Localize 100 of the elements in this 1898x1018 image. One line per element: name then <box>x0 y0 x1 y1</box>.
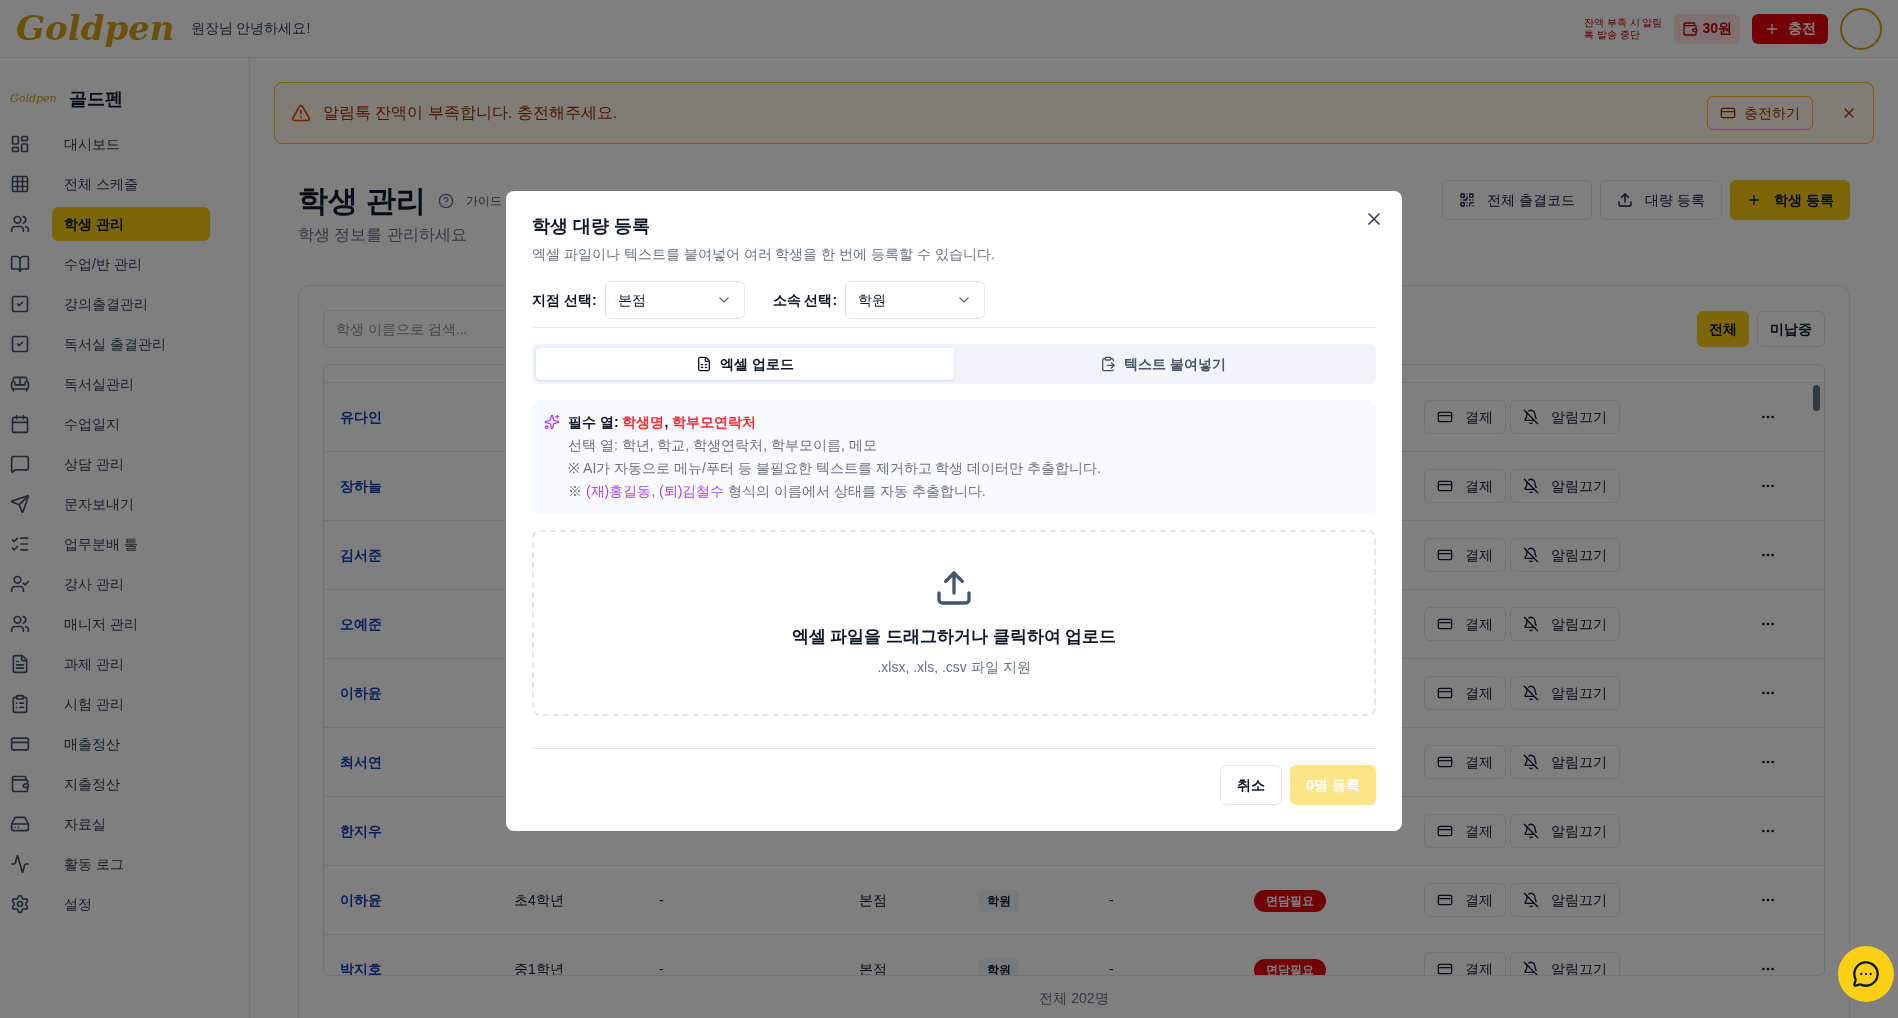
mute-button[interactable]: 알림끄기 <box>1510 952 1620 975</box>
sidebar-item[interactable]: 전체 스케줄 <box>52 167 210 201</box>
filter-button[interactable]: 미납중 <box>1757 311 1825 347</box>
total-count: 전체 202명 <box>1038 989 1110 1008</box>
dropzone-hint: .xlsx, .xls, .csv 파일 지원 <box>877 658 1031 678</box>
mute-button[interactable]: 알림끄기 <box>1510 676 1620 710</box>
sidebar-item[interactable]: 설정 <box>52 887 210 921</box>
sidebar-item[interactable]: 업무분배 툴 <box>52 527 210 561</box>
chat-bubble-icon <box>10 454 30 474</box>
pay-button[interactable]: 결제 <box>1424 400 1506 434</box>
sidebar-item[interactable]: 강의출결관리 <box>52 287 210 321</box>
pay-button[interactable]: 결제 <box>1424 745 1506 779</box>
wallet-icon <box>1682 20 1699 37</box>
filter-button[interactable]: 전체 <box>1697 311 1749 347</box>
action-button[interactable]: 전체 출결코드 <box>1442 180 1593 220</box>
sidebar-item[interactable]: 활동 로그 <box>52 847 210 881</box>
guide-link[interactable]: 가이드 <box>466 191 503 210</box>
status-badge: 면담필요 <box>1254 958 1326 975</box>
mute-button[interactable]: 알림끄기 <box>1510 538 1620 572</box>
sidebar-item[interactable]: 자료실 <box>52 807 210 841</box>
student-name-link[interactable]: 이하윤 <box>324 889 514 911</box>
bell-off-icon <box>1523 478 1539 494</box>
tab[interactable]: 엑셀 업로드 <box>536 348 954 380</box>
checkbox-icon <box>10 294 30 314</box>
sidebar-item[interactable]: 문자보내기 <box>52 487 210 521</box>
bell-off-icon <box>1523 961 1539 975</box>
scrollbar[interactable] <box>1813 385 1820 411</box>
action-button[interactable]: 대량 등록 <box>1600 180 1723 220</box>
card-icon <box>1437 547 1453 563</box>
status-note-text: ※ (재)홍길동, (퇴)김철수 형식의 이름에서 상태를 자동 추출합니다. <box>568 482 987 501</box>
select-field[interactable]: 학원 <box>845 281 986 319</box>
sidebar-item[interactable]: 학생 관리 <box>52 207 210 241</box>
select-field[interactable]: 본점 <box>604 281 745 319</box>
table-cell: 본점 <box>859 960 887 975</box>
mute-button[interactable]: 알림끄기 <box>1510 745 1620 779</box>
mute-button[interactable]: 알림끄기 <box>1510 883 1620 917</box>
card-icon <box>1437 685 1453 701</box>
mute-button[interactable]: 알림끄기 <box>1510 814 1620 848</box>
sidebar-item[interactable]: 과제 관리 <box>52 647 210 681</box>
send-icon <box>10 494 30 514</box>
sidebar-item[interactable]: 매니저 관리 <box>52 607 210 641</box>
sidebar-item[interactable]: 대시보드 <box>52 127 210 161</box>
qr-code-icon <box>1459 192 1476 208</box>
dialog-title: 학생 대량 등록 <box>532 215 651 238</box>
table-cell: 본점 <box>859 891 887 908</box>
bell-off-icon <box>1523 823 1539 839</box>
sidebar-item[interactable]: 독서실 출결관리 <box>52 327 210 361</box>
pay-button[interactable]: 결제 <box>1424 538 1506 572</box>
sidebar-item[interactable]: 수업/반 관리 <box>52 247 210 281</box>
sidebar-item[interactable]: 강사 관리 <box>52 567 210 601</box>
cancel-button[interactable]: 취소 <box>1220 765 1283 805</box>
drive-icon <box>10 814 30 834</box>
charge-button[interactable]: 충전 <box>1752 13 1828 44</box>
calendar-icon <box>10 414 30 434</box>
warning-icon <box>291 103 311 123</box>
clipboard-icon <box>1100 356 1117 372</box>
bell-off-icon <box>1523 892 1539 908</box>
pay-button[interactable]: 결제 <box>1424 952 1506 975</box>
list-icon <box>10 534 30 554</box>
card-icon <box>1720 105 1736 121</box>
sidebar-item[interactable]: 매출정산 <box>52 727 210 761</box>
file-dropzone[interactable]: 엑셀 파일을 드래그하거나 클릭하여 업로드 .xlsx, .xls, .csv 파일 지원 <box>532 530 1376 716</box>
student-name-link[interactable]: 박지호 <box>324 958 514 975</box>
sidebar-item[interactable]: 수업일지 <box>52 407 210 441</box>
card-icon <box>1437 961 1453 975</box>
optional-columns-text: 선택 열: 학년, 학교, 학생연락처, 학부모이름, 메모 <box>568 436 878 455</box>
dashboard-icon <box>10 134 30 154</box>
pay-button[interactable]: 결제 <box>1424 469 1506 503</box>
bell-off-icon <box>1523 754 1539 770</box>
mute-button[interactable]: 알림끄기 <box>1510 607 1620 641</box>
charge-now-button[interactable]: 충전하기 <box>1707 96 1813 130</box>
users-icon <box>10 614 30 634</box>
pay-button[interactable]: 결제 <box>1424 676 1506 710</box>
pay-button[interactable]: 결제 <box>1424 607 1506 641</box>
sparkles-icon <box>544 414 560 430</box>
sidebar-item[interactable]: 상담 관리 <box>52 447 210 481</box>
mute-button[interactable]: 알림끄기 <box>1510 400 1620 434</box>
balance-chip: 30원 <box>1674 13 1740 44</box>
sidebar-item[interactable]: 시험 관리 <box>52 687 210 721</box>
activity-icon <box>10 854 30 874</box>
affiliation-tag: 학원 <box>979 889 1019 912</box>
grid-icon <box>10 174 30 194</box>
mute-button[interactable]: 알림끄기 <box>1510 469 1620 503</box>
affiliation-tag: 학원 <box>979 958 1019 975</box>
chat-button[interactable] <box>1838 946 1894 1002</box>
help-icon[interactable] <box>438 192 455 209</box>
page-title: 학생 관리 <box>298 183 427 219</box>
action-button[interactable]: 학생 등록 <box>1730 180 1850 220</box>
checkbox-icon <box>10 334 30 354</box>
pay-button[interactable]: 결제 <box>1424 883 1506 917</box>
greeting-text: 원장님 안녕하세요! <box>190 19 311 38</box>
sidebar-item[interactable]: 지출정산 <box>52 767 210 801</box>
table-cell: - <box>659 960 664 975</box>
alert-message: 알림톡 잔액이 부족합니다. 충전해주세요. <box>323 103 618 123</box>
tab[interactable]: 텍스트 붙여넣기 <box>954 348 1372 380</box>
bell-off-icon <box>1523 616 1539 632</box>
pay-button[interactable]: 결제 <box>1424 814 1506 848</box>
settings-icon <box>10 894 30 914</box>
sidebar-item[interactable]: 독서실관리 <box>52 367 210 401</box>
clipboard-icon <box>10 694 30 714</box>
